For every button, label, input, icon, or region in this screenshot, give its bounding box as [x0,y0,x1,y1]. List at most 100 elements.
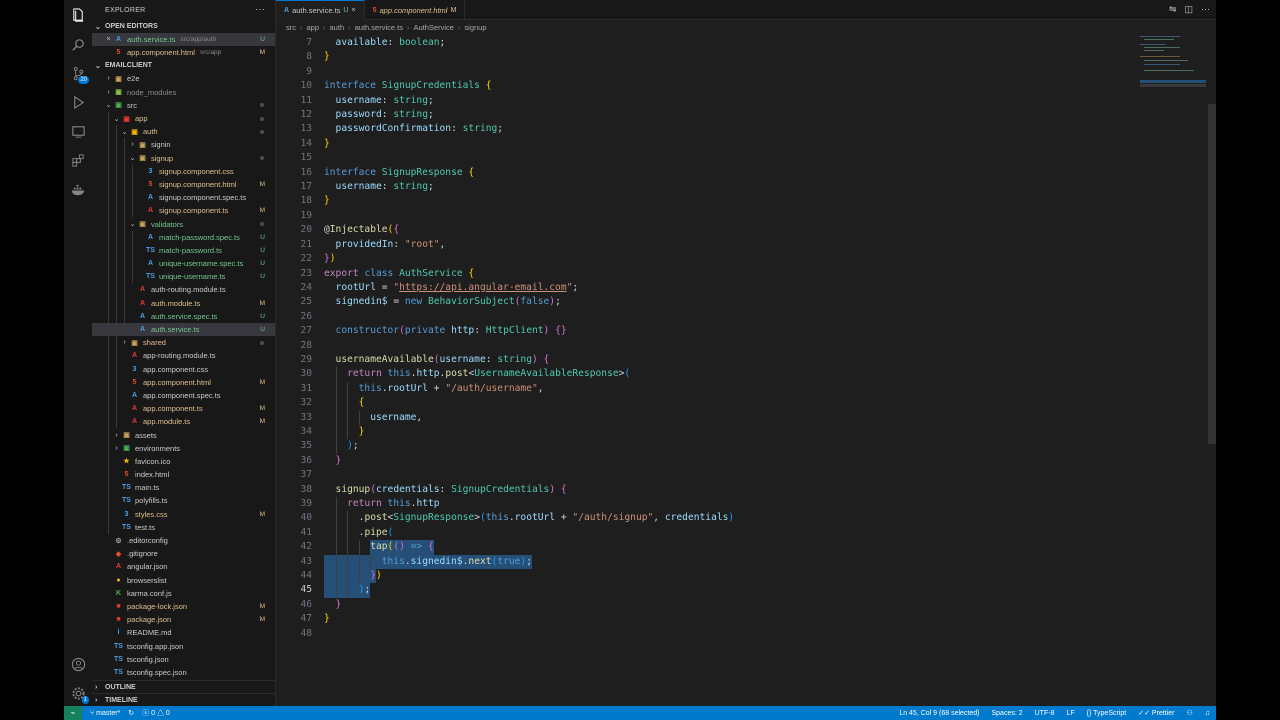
code-line[interactable]: 10 interface SignupCredentials { [276,79,1136,93]
indentation[interactable]: Spaces: 2 [991,710,1022,717]
tree-item[interactable]: TS polyfills.ts [92,494,275,508]
code-line[interactable]: 32 { [276,396,1136,411]
remote-explorer-icon[interactable] [69,122,87,140]
tree-item[interactable]: TS unique-username.ts U [92,270,275,284]
more-actions-icon[interactable]: ··· [255,4,265,14]
tree-item[interactable]: › ▣ signin [92,138,275,152]
tree-item[interactable]: Asignup.component.ts M [92,204,275,218]
code-line[interactable]: 23 export class AuthService { [276,267,1136,281]
docker-icon[interactable] [69,180,87,198]
breadcrumb-item[interactable]: auth [330,23,345,32]
cursor-position[interactable]: Ln 45, Col 9 (68 selected) [899,710,979,717]
editor-tab[interactable]: Aauth.service.ts U × [276,0,365,20]
tree-item[interactable]: 3 signup.component.css [92,164,275,178]
code-line[interactable]: 31 this.rootUrl + "/auth/username", [276,381,1136,397]
language-mode[interactable]: {} TypeScript [1087,710,1127,717]
problems-indicator[interactable]: ⓧ 0 △ 0 [142,708,170,718]
tree-item[interactable]: 3 styles.css M [92,507,275,521]
tree-item[interactable]: TS test.ts [92,520,275,534]
open-editor-item[interactable]: × Aauth.service.ts src/app/auth U [92,33,275,47]
account-icon[interactable] [69,655,87,673]
tree-item[interactable]: Aauth.service.ts U [92,322,275,337]
code-line[interactable]: 42 tap(() => { [276,540,1136,555]
tree-item[interactable]: Aapp.component.ts M [92,402,275,416]
tree-item[interactable]: ■ package-lock.json M [92,600,275,613]
breadcrumb-item[interactable]: app [307,23,320,32]
tree-item[interactable]: ⌄ ▣ auth [92,125,275,139]
code-line[interactable]: 19 [276,209,1136,223]
code-line[interactable]: 34 } [276,424,1136,440]
encoding[interactable]: UTF-8 [1035,710,1055,717]
tree-item[interactable]: ⌄ ▣ app [92,111,275,126]
tree-item[interactable]: ◆ .gitignore [92,547,275,560]
open-editors-section[interactable]: ⌄ OPEN EDITORS [92,20,275,33]
code-line[interactable]: 7 available: boolean; [276,36,1136,50]
code-line[interactable]: 46 } [276,598,1136,612]
code-line[interactable]: 43 this.signedin$.next(true); [276,554,1136,570]
tree-item[interactable]: ■ package.json M [92,613,275,626]
notifications-icon[interactable]: ♫ [1205,710,1210,717]
tree-item[interactable]: TS tsconfig.spec.json [92,666,275,679]
code-line[interactable]: 16 interface SignupResponse { [276,166,1136,180]
tree-item[interactable]: ⚙ .editorconfig [92,534,275,547]
tree-item[interactable]: › ▣ assets [92,428,275,442]
sync-icon[interactable]: ↻ [128,709,134,717]
code-line[interactable]: 38 signup(credentials: SignupCredentials… [276,483,1136,497]
tree-item[interactable]: i README.md [92,626,275,639]
breadcrumb-item[interactable]: AuthService [413,23,453,32]
tree-item[interactable]: ⌄ ▣ signup [92,151,275,165]
code-line[interactable]: 36 } [276,454,1136,468]
search-icon[interactable] [69,35,87,53]
tree-item[interactable]: TS tsconfig.app.json [92,639,275,652]
tree-item[interactable]: › ▣ environments [92,441,275,455]
code-line[interactable]: 30 return this.http.post<UsernameAvailab… [276,367,1136,382]
prettier-status[interactable]: ✓✓ Prettier [1138,709,1174,717]
code-line[interactable]: 41 .pipe( [276,525,1136,541]
code-line[interactable]: 18} [276,194,1136,208]
project-section[interactable]: ⌄ EMAILCLIENT [92,59,275,72]
vertical-scrollbar[interactable] [1208,34,1216,706]
compare-changes-icon[interactable]: ⇋ [1169,4,1177,15]
end-of-line[interactable]: LF [1066,710,1074,717]
code-line[interactable]: 29 usernameAvailable(username: string) { [276,353,1136,367]
tree-item[interactable]: Aapp.module.ts M [92,415,275,429]
tree-item[interactable]: Aapp.component.spec.ts [92,388,275,403]
code-line[interactable]: 37 [276,468,1136,482]
branch-indicator[interactable]: ⑂ master* [90,710,120,717]
tree-item[interactable]: Aauth-routing.module.ts [92,283,275,297]
code-line[interactable]: 13 passwordConfirmation: string; [276,122,1136,136]
tree-item[interactable]: ● browserslist [92,574,275,587]
tree-item[interactable]: Aapp-routing.module.ts [92,349,275,363]
tree-item[interactable]: ⌄ ▣ src [92,99,275,112]
code-line[interactable]: 12 password: string; [276,108,1136,122]
tree-item[interactable]: Aauth.service.spec.ts U [92,309,275,323]
tree-item[interactable]: Aunique-username.spec.ts U [92,257,275,271]
minimap[interactable] [1140,34,1208,94]
breadcrumb-item[interactable]: signup [464,23,486,32]
code-line[interactable]: 26 [276,310,1136,324]
tree-item[interactable]: 5 signup.component.html M [92,177,275,192]
code-line[interactable]: 33 username, [276,410,1136,425]
tree-item[interactable]: Aangular.json [92,560,275,573]
code-line[interactable]: 25 signedin$ = new BehaviorSubject(false… [276,295,1136,309]
run-debug-icon[interactable] [69,93,87,111]
tree-item[interactable]: › ▣ node_modules [92,86,275,99]
tree-item[interactable]: 5 index.html [92,468,275,482]
code-line[interactable]: 45 ); [276,583,1136,598]
scrollbar-thumb[interactable] [1208,104,1216,444]
tree-item[interactable]: ★ favicon.ico [92,454,275,468]
tree-item[interactable]: 3 app.component.css [92,362,275,376]
split-editor-icon[interactable]: ◫ [1184,4,1193,15]
extensions-icon[interactable] [69,151,87,169]
tree-item[interactable]: ⌄ ▣ validators [92,217,275,231]
tree-item[interactable]: TS tsconfig.json [92,653,275,666]
code-line[interactable]: 47} [276,612,1136,626]
code-line[interactable]: 35 ); [276,439,1136,454]
code-line[interactable]: 24 rootUrl = "https://api.angular-email.… [276,281,1136,295]
code-line[interactable]: 40 .post<SignupResponse>(this.rootUrl + … [276,511,1136,526]
editor-tab[interactable]: 5 app.component.html M [365,0,466,20]
code-line[interactable]: 22}) [276,252,1136,266]
code-line[interactable]: 20 @Injectable({ [276,223,1136,237]
code-line[interactable]: 27 constructor(private http: HttpClient)… [276,324,1136,338]
code-line[interactable]: 21 providedIn: "root", [276,238,1136,252]
